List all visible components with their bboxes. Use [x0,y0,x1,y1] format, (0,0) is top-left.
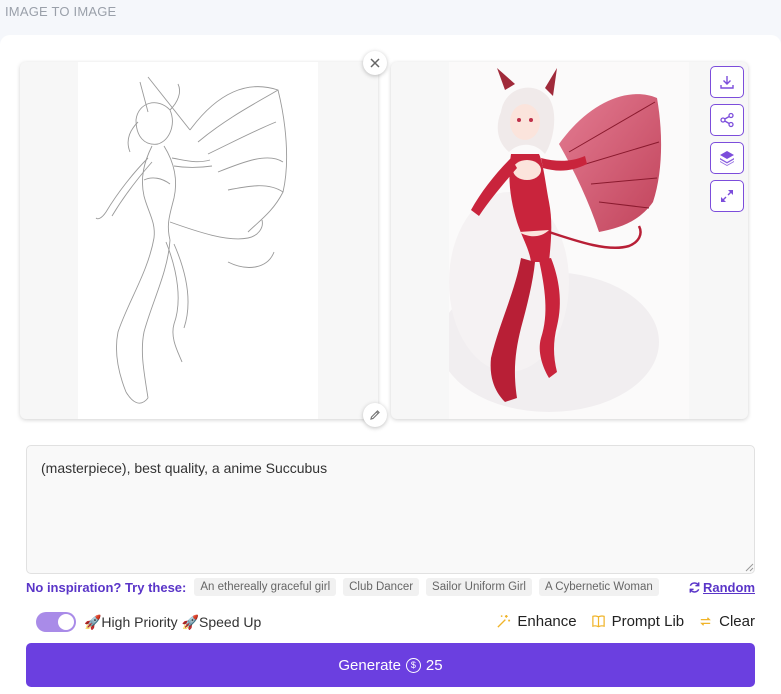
prompt-textarea[interactable] [26,445,755,574]
section-title: IMAGE TO IMAGE [5,4,117,19]
enhance-label: Enhance [517,613,577,630]
prompt-lib-label: Prompt Lib [611,613,685,630]
close-icon [370,58,380,68]
generate-cost: 25 [425,656,443,674]
download-button[interactable] [710,66,744,98]
expand-icon [721,190,733,202]
random-button[interactable]: Random [688,580,755,595]
output-generated-image [439,62,689,419]
high-priority-label: 🚀High Priority 🚀Speed Up [84,614,262,630]
inspiration-chip[interactable]: A Cybernetic Woman [538,578,659,596]
input-image-panel[interactable] [20,62,378,419]
pencil-icon [370,410,380,420]
inspiration-chip[interactable]: Club Dancer [343,578,420,596]
enhance-button[interactable]: Enhance [496,613,577,630]
inspiration-chip[interactable]: Sailor Uniform Girl [426,578,532,596]
cycle-icon [700,617,711,626]
coin-icon: $ [405,657,421,673]
prompt-tools: Enhance Prompt Lib Clear [496,613,755,630]
clear-button[interactable]: Clear [698,613,755,630]
edit-button[interactable] [363,403,387,427]
magic-wand-icon [497,614,511,628]
prompt-lib-button[interactable]: Prompt Lib [591,613,685,630]
resize-grip-icon[interactable] [744,562,754,572]
close-button[interactable] [363,51,387,75]
share-button[interactable] [710,104,744,136]
generate-button[interactable]: Generate $ 25 [26,643,755,687]
input-sketch-image [78,62,318,419]
inspiration-chip[interactable]: An ethereally graceful girl [194,578,337,596]
expand-button[interactable] [710,180,744,212]
toggle-knob [58,614,74,630]
layers-button[interactable] [710,142,744,174]
high-priority-toggle[interactable] [36,612,76,632]
inspiration-label: No inspiration? Try these: [26,579,187,595]
book-icon [591,615,605,628]
output-image-panel[interactable] [391,62,748,419]
share-icon [720,112,734,128]
random-label: Random [703,579,755,595]
generate-label: Generate [338,656,401,674]
layers-icon [720,151,734,166]
clear-label: Clear [719,613,755,630]
refresh-icon [689,581,700,593]
download-icon [720,76,734,89]
inspiration-row: No inspiration? Try these: An ethereally… [26,578,755,596]
